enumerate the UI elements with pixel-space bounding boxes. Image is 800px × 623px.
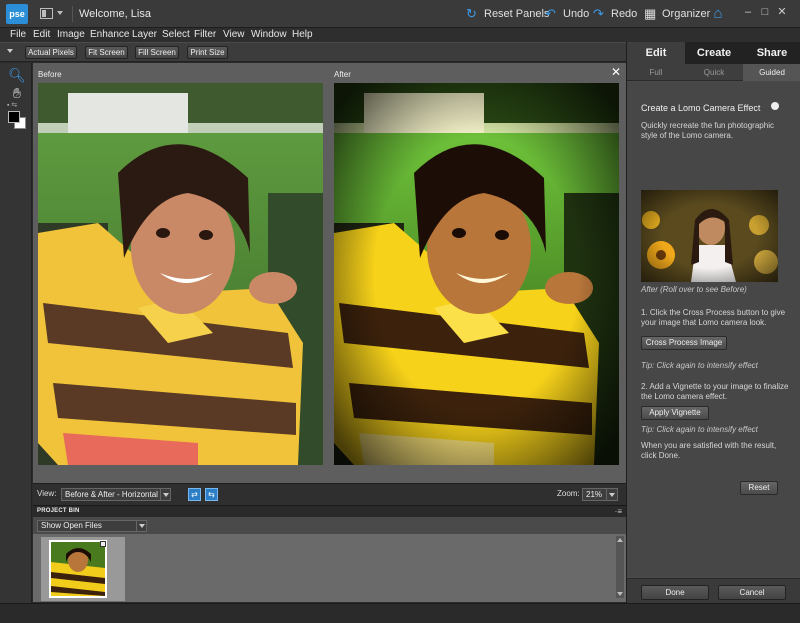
zoom-tool-icon[interactable]: 🔍︎: [8, 66, 26, 84]
after-label: After: [334, 70, 351, 79]
menu-filter[interactable]: Filter: [194, 29, 216, 41]
step-2-text: 2. Add a Vignette to your image to final…: [641, 382, 789, 401]
reset-panels-icon: ↻: [466, 6, 477, 21]
panel-subtabs: Full Quick Guided: [627, 64, 800, 81]
bin-filter-value: Show Open Files: [41, 521, 102, 530]
foreground-color-swatch[interactable]: [8, 111, 20, 123]
subtab-guided[interactable]: Guided: [743, 64, 800, 81]
bin-scrollbar[interactable]: [616, 536, 624, 598]
minimize-icon[interactable]: –: [741, 5, 755, 19]
organizer-icon: ▦: [644, 6, 657, 21]
status-bar: [0, 603, 800, 623]
project-bin-header: PROJECT BIN ·≡: [33, 505, 626, 517]
undo-button[interactable]: ↶ Undo: [545, 6, 589, 22]
subtab-quick[interactable]: Quick: [685, 64, 743, 81]
bin-thumbnail-slot: [41, 537, 125, 601]
options-bar: Actual Pixels Fit Screen Fill Screen Pri…: [0, 42, 626, 62]
cancel-button[interactable]: Cancel: [718, 585, 786, 600]
tip-2-text: Tip: Click again to intensify effect: [641, 425, 758, 434]
redo-button[interactable]: ↷ Redo: [593, 6, 637, 22]
welcome-text: Welcome, Lisa: [72, 6, 164, 22]
menu-window[interactable]: Window: [251, 29, 287, 41]
bin-filter-row: Show Open Files: [33, 517, 626, 534]
guided-panel: Create a Lomo Camera Effect Quickly recr…: [627, 82, 800, 577]
guided-intro: Quickly recreate the fun photographic st…: [641, 121, 774, 140]
before-image[interactable]: [38, 83, 323, 465]
open-file-badge-icon: [100, 541, 106, 547]
menu-select[interactable]: Select: [162, 29, 190, 41]
fit-screen-button[interactable]: Fit Screen: [85, 46, 128, 59]
reset-button[interactable]: Reset: [740, 481, 778, 495]
project-bin-title: PROJECT BIN: [37, 508, 80, 514]
actual-pixels-button[interactable]: Actual Pixels: [25, 46, 77, 59]
guided-title: Create a Lomo Camera Effect: [641, 103, 761, 113]
right-panel: Edit Create Share Full Quick Guided Crea…: [626, 42, 800, 603]
canvas-area: Before After ✕: [33, 63, 626, 483]
undo-icon: ↶: [545, 6, 556, 21]
fill-screen-button[interactable]: Fill Screen: [135, 46, 179, 59]
hand-tool-icon[interactable]: ✋︎: [8, 84, 26, 102]
panel-footer: Done Cancel: [627, 578, 800, 603]
zoom-value: 21%: [586, 490, 603, 499]
zoom-label: Zoom:: [557, 489, 580, 498]
view-mode-select[interactable]: Before & After - Horizontal: [61, 488, 171, 501]
project-bin: [33, 534, 626, 602]
tip-bulb-icon[interactable]: [771, 102, 779, 110]
tab-edit[interactable]: Edit: [627, 42, 685, 64]
toolbox: 🔍︎ ✋︎ ▪ ⇆: [0, 63, 32, 603]
preview-caption: After (Roll over to see Before): [641, 285, 747, 294]
done-button[interactable]: Done: [641, 585, 709, 600]
chevron-down-icon: [606, 489, 617, 500]
menu-enhance[interactable]: Enhance: [90, 29, 129, 41]
app-logo: pse: [6, 4, 28, 24]
menu-help[interactable]: Help: [292, 29, 313, 41]
close-icon[interactable]: ✕: [775, 5, 789, 19]
menu-view[interactable]: View: [223, 29, 245, 41]
home-icon[interactable]: ⌂: [708, 5, 728, 23]
undo-label: Undo: [563, 8, 590, 20]
apply-vignette-button[interactable]: Apply Vignette: [641, 406, 709, 420]
print-size-button[interactable]: Print Size: [187, 46, 228, 59]
finish-text: When you are satisfied with the result, …: [641, 441, 777, 460]
tip-1-text: Tip: Click again to intensify effect: [641, 361, 758, 370]
menu-file[interactable]: File: [10, 29, 26, 41]
after-image[interactable]: [334, 83, 619, 465]
reset-panels-button[interactable]: ↻ Reset Panels: [466, 6, 549, 22]
menu-bar: File Edit Image Enhance Layer Select Fil…: [0, 28, 800, 42]
tab-create[interactable]: Create: [685, 42, 743, 64]
zoom-select[interactable]: 21%: [582, 488, 618, 501]
close-icon[interactable]: ✕: [611, 66, 621, 78]
maximize-icon[interactable]: □: [758, 5, 772, 19]
redo-label: Redo: [611, 8, 638, 20]
view-label: View:: [37, 489, 57, 498]
reset-panels-label: Reset Panels: [484, 8, 550, 20]
step-1-text: 1. Click the Cross Process button to giv…: [641, 308, 786, 327]
redo-icon: ↷: [593, 6, 604, 21]
sync-views-icon[interactable]: ⇆: [205, 488, 218, 501]
view-mode-value: Before & After - Horizontal: [65, 490, 158, 499]
preview-image[interactable]: [641, 190, 778, 282]
bin-menu-icon[interactable]: ·≡: [615, 507, 622, 516]
organizer-label: Organizer: [662, 8, 711, 20]
chevron-down-icon: [160, 489, 170, 500]
subtab-full[interactable]: Full: [627, 64, 685, 81]
swap-views-icon[interactable]: ⇄: [188, 488, 201, 501]
bin-thumbnail[interactable]: [49, 540, 107, 598]
workspace-icon[interactable]: [40, 8, 64, 20]
menu-edit[interactable]: Edit: [33, 29, 50, 41]
bin-filter-select[interactable]: Show Open Files: [37, 520, 147, 532]
menu-layer[interactable]: Layer: [132, 29, 157, 41]
view-bar: View: Before & After - Horizontal ⇄ ⇆ Zo…: [33, 483, 626, 505]
chevron-down-icon: [136, 521, 146, 531]
default-colors-icon[interactable]: ▪ ⇆: [7, 102, 27, 109]
before-label: Before: [38, 70, 62, 79]
organizer-button[interactable]: ▦ Organizer: [644, 6, 710, 22]
panel-tabs: Edit Create Share: [627, 42, 800, 64]
title-bar: pse Welcome, Lisa ↻ Reset Panels ↶ Undo …: [0, 0, 800, 28]
tab-share[interactable]: Share: [743, 42, 800, 64]
cross-process-button[interactable]: Cross Process Image: [641, 336, 727, 350]
menu-image[interactable]: Image: [57, 29, 85, 41]
options-collapse-icon[interactable]: [7, 49, 13, 53]
